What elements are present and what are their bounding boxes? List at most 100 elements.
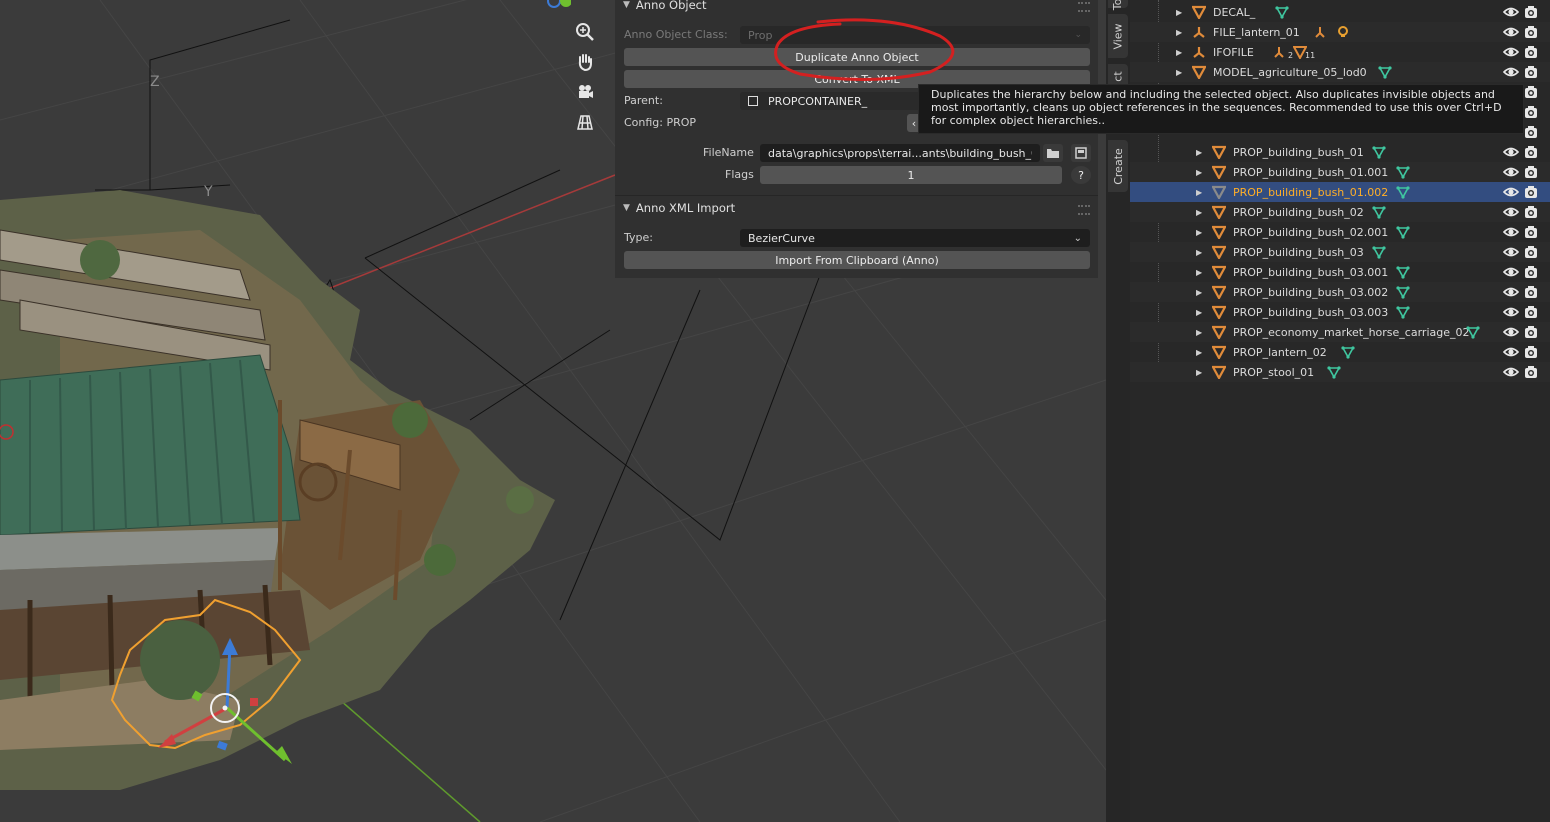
visibility-eye-icon[interactable] [1502, 64, 1520, 80]
filename-field[interactable]: data\graphics\props\terrai...ants\buildi… [760, 144, 1040, 162]
expand-arrow-icon[interactable]: ▶ [1196, 188, 1206, 197]
expand-arrow-icon[interactable]: ▶ [1196, 288, 1206, 297]
visibility-eye-icon[interactable] [1502, 164, 1520, 180]
visibility-eye-icon[interactable] [1502, 4, 1520, 20]
outliner-row-name: PROP_stool_01 [1233, 365, 1315, 379]
outliner-row[interactable]: ▶ PROP_economy_market_horse_carriage_02 [1130, 322, 1550, 342]
import-from-clipboard-button[interactable]: Import From Clipboard (Anno) [624, 251, 1090, 269]
outliner-row[interactable]: ▶ PROP_building_bush_02 [1130, 202, 1550, 222]
visibility-eye-icon[interactable] [1502, 224, 1520, 240]
visibility-eye-icon[interactable] [1502, 364, 1520, 380]
visibility-eye-icon[interactable] [1502, 344, 1520, 360]
camera-view-icon[interactable] [572, 79, 598, 105]
outliner-row[interactable]: ▶ PROP_building_bush_02.001 [1130, 222, 1550, 242]
outliner-row[interactable]: ▶ DECAL_ [1130, 2, 1550, 22]
type-label: Type: [624, 231, 653, 244]
outliner-row-name: PROP_building_bush_03 [1233, 245, 1364, 259]
object-icon [748, 96, 758, 106]
render-camera-icon[interactable] [1523, 264, 1539, 280]
render-camera-icon[interactable] [1523, 124, 1539, 140]
expand-arrow-icon[interactable]: ▶ [1196, 268, 1206, 277]
parent-field[interactable]: PROPCONTAINER_ [740, 92, 920, 110]
render-camera-icon[interactable] [1523, 4, 1539, 20]
tab-tool[interactable]: Tool [1108, 0, 1128, 10]
render-camera-icon[interactable] [1523, 24, 1539, 40]
expand-arrow-icon[interactable]: ▶ [1196, 328, 1206, 337]
zoom-icon[interactable] [572, 19, 598, 45]
expand-arrow-icon[interactable]: ▶ [1196, 248, 1206, 257]
render-camera-icon[interactable] [1523, 164, 1539, 180]
tab-view[interactable]: View [1108, 14, 1128, 58]
mesh-data-icon [1372, 245, 1386, 259]
render-camera-icon[interactable] [1523, 344, 1539, 360]
drag-grip-icon[interactable] [1078, 2, 1090, 12]
mesh-data-icon [1396, 265, 1410, 279]
file-browse-icon[interactable] [1071, 144, 1091, 162]
expand-arrow-icon[interactable]: ▶ [1176, 48, 1186, 57]
expand-arrow-icon[interactable]: ▶ [1176, 8, 1186, 17]
visibility-eye-icon[interactable] [1502, 24, 1520, 40]
mesh-data-icon [1275, 5, 1289, 19]
expand-arrow-icon[interactable]: ▶ [1196, 228, 1206, 237]
mesh-object-icon [1211, 224, 1227, 240]
expand-arrow-icon[interactable]: ▶ [1176, 28, 1186, 37]
render-camera-icon[interactable] [1523, 104, 1539, 120]
visibility-eye-icon[interactable] [1502, 204, 1520, 220]
visibility-eye-icon[interactable] [1502, 304, 1520, 320]
outliner-row-name: PROP_building_bush_03.003 [1233, 305, 1389, 319]
ortho-grid-icon[interactable] [572, 109, 598, 135]
visibility-eye-icon[interactable] [1502, 284, 1520, 300]
drag-grip-icon[interactable] [1078, 205, 1090, 215]
folder-icon[interactable] [1043, 144, 1063, 162]
outliner-row[interactable]: ▶ PROP_building_bush_01.002 [1130, 182, 1550, 202]
render-camera-icon[interactable] [1523, 324, 1539, 340]
visibility-eye-icon[interactable] [1502, 324, 1520, 340]
render-camera-icon[interactable] [1523, 364, 1539, 380]
tab-create[interactable]: Create [1108, 140, 1128, 192]
visibility-eye-icon[interactable] [1502, 184, 1520, 200]
outliner-row[interactable]: ▶ PROP_building_bush_01.001 [1130, 162, 1550, 182]
expand-arrow-icon[interactable]: ▶ [1196, 208, 1206, 217]
outliner-row[interactable]: ▶ FILE_lantern_01 [1130, 22, 1550, 42]
visibility-eye-icon[interactable] [1502, 264, 1520, 280]
visibility-eye-icon[interactable] [1502, 144, 1520, 160]
chevron-down-icon: ▼ [623, 0, 630, 10]
anno-object-header[interactable]: ▼ Anno Object [623, 0, 707, 14]
help-icon[interactable]: ? [1071, 166, 1091, 184]
mesh-data-icon [1396, 225, 1410, 239]
pan-hand-icon[interactable] [572, 49, 598, 75]
render-camera-icon[interactable] [1523, 284, 1539, 300]
render-camera-icon[interactable] [1523, 204, 1539, 220]
render-camera-icon[interactable] [1523, 144, 1539, 160]
outliner-row[interactable]: ▶ PROP_building_bush_03 [1130, 242, 1550, 262]
expand-arrow-icon[interactable]: ▶ [1196, 308, 1206, 317]
expand-arrow-icon[interactable]: ▶ [1196, 348, 1206, 357]
outliner-row[interactable]: ▶ PROP_lantern_02 [1130, 342, 1550, 362]
render-camera-icon[interactable] [1523, 184, 1539, 200]
anno-xml-import-header[interactable]: ▼ Anno XML Import [623, 199, 735, 217]
outliner-row[interactable]: ▶ PROP_building_bush_03.002 [1130, 282, 1550, 302]
type-select[interactable]: BezierCurve ⌄ [740, 229, 1090, 247]
axis-navigation-gizmo[interactable] [545, 0, 571, 14]
mesh-data-icon [1372, 205, 1386, 219]
expand-arrow-icon[interactable]: ▶ [1196, 368, 1206, 377]
render-camera-icon[interactable] [1523, 64, 1539, 80]
outliner-row[interactable]: ▶ MODEL_agriculture_05_lod0 [1130, 62, 1550, 82]
render-camera-icon[interactable] [1523, 84, 1539, 100]
flags-field[interactable]: 1 [760, 166, 1062, 184]
outliner-row[interactable]: ▶ PROP_building_bush_03.003 [1130, 302, 1550, 322]
render-camera-icon[interactable] [1523, 224, 1539, 240]
render-camera-icon[interactable] [1523, 304, 1539, 320]
expand-arrow-icon[interactable]: ▶ [1176, 68, 1186, 77]
outliner-row[interactable]: ▶ PROP_building_bush_03.001 [1130, 262, 1550, 282]
expand-arrow-icon[interactable]: ▶ [1196, 148, 1206, 157]
render-camera-icon[interactable] [1523, 44, 1539, 60]
outliner-row[interactable]: ▶ PROP_stool_01 [1130, 362, 1550, 382]
visibility-eye-icon[interactable] [1502, 244, 1520, 260]
config-label: Config: PROP [624, 116, 697, 129]
render-camera-icon[interactable] [1523, 244, 1539, 260]
outliner-row[interactable]: ▶ IFOFILE 2 11 [1130, 42, 1550, 62]
visibility-eye-icon[interactable] [1502, 44, 1520, 60]
outliner-row[interactable]: ▶ PROP_building_bush_01 [1130, 142, 1550, 162]
expand-arrow-icon[interactable]: ▶ [1196, 168, 1206, 177]
